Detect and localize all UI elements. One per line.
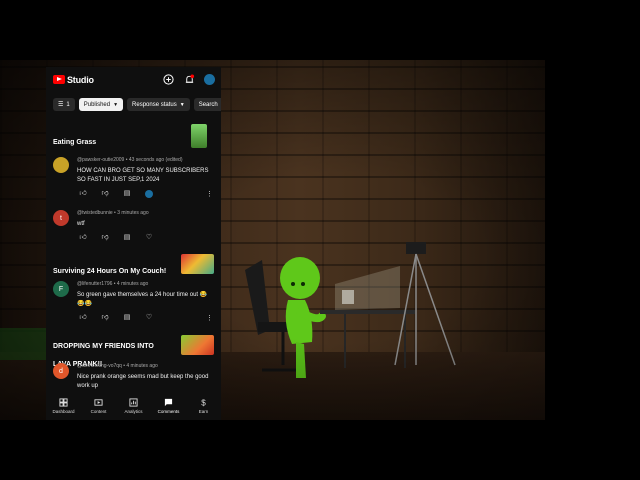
dislike-icon[interactable]: 👎︎ [101,190,109,198]
video-title: Surviving 24 Hours On My Couch! [53,268,167,275]
content-icon [94,399,103,406]
create-plus-icon[interactable] [163,74,174,85]
commenter-avatar[interactable] [53,157,69,173]
commenter-avatar[interactable]: t [53,210,69,226]
chevron-down-icon: ▼ [113,101,119,108]
heart-icon[interactable]: ♡ [145,234,153,242]
more-options-icon[interactable]: ⋮ [206,314,213,322]
comment-item: F @lifenutter1796 • 4 minutes ago So gre… [53,281,215,323]
nav-content[interactable]: Content [83,398,115,420]
comment-meta: @twistedbunnie • 3 minutes ago [77,210,149,216]
account-avatar[interactable] [204,74,215,85]
svg-text:$: $ [201,399,206,407]
nav-comments[interactable]: Comments [153,398,185,420]
comment-actions: 👍︎ 👎︎ ▤ [79,190,153,198]
earn-icon: $ [201,399,206,407]
creator-heart-icon[interactable] [145,190,153,198]
like-icon[interactable]: 👍︎ [79,190,87,198]
search-chip[interactable]: Search▼ [193,98,221,111]
comment-meta: @lifenutter1796 • 4 minutes ago [77,281,149,287]
comments-icon [164,398,173,407]
comment-actions: 👍︎ 👎︎ ▤ ♡ [79,314,153,322]
commenter-avatar[interactable]: d [53,363,69,379]
top-bar: Studio [46,67,221,95]
comment-text: Nice prank orange seems mad but keep the… [77,374,209,389]
youtube-studio-app: Studio ☰ 1 Published ▼ Response status ▼ S… [46,67,221,420]
comment-text: So green gave themselves a 24 hour time … [77,292,208,307]
published-chip[interactable]: Published ▼ [78,98,124,111]
comment-meta: @demonking-vo7qq • 4 minutes ago [77,363,158,369]
comment-actions: 👍︎ 👎︎ ▤ ♡ [79,234,153,242]
comment-text: HOW CAN BRO GET SO MANY SUBSCRIBERS SO F… [77,168,209,183]
nav-analytics[interactable]: Analytics [118,398,150,420]
filter-chips: ☰ 1 Published▼ Response status▼ Search▼ [53,98,221,111]
notifications-bell-icon[interactable] [184,74,195,85]
filter-count-chip[interactable]: ☰ 1 [53,98,75,111]
response-status-chip[interactable]: Response status ▼ [127,98,190,111]
video-thumbnail[interactable] [191,124,207,148]
reply-icon[interactable]: ▤ [123,234,131,242]
video-header[interactable]: Eating Grass [53,131,213,149]
video-title: Eating Grass [53,139,97,146]
more-options-icon[interactable]: ⋮ [206,190,213,198]
comment-item: t @twistedbunnie • 3 minutes ago wtf 👍︎ … [53,210,215,246]
dislike-icon[interactable]: 👎︎ [101,234,109,242]
video-thumbnail[interactable] [181,254,214,274]
bottom-navigation: Dashboard Content Analytics Comments $ E… [46,398,221,420]
reply-icon[interactable]: ▤ [123,314,131,322]
comment-text: wtf [77,221,85,227]
heart-icon[interactable]: ♡ [145,314,153,322]
comment-item: d @demonking-vo7qq • 4 minutes ago Nice … [53,363,215,398]
youtube-logo-icon[interactable] [53,75,65,84]
app-title: Studio [67,75,94,85]
like-icon[interactable]: 👍︎ [79,234,87,242]
chevron-down-icon: ▼ [179,101,185,108]
dislike-icon[interactable]: 👎︎ [101,314,109,322]
comment-item: @pawsker-outie2009 • 43 seconds ago (edi… [53,157,215,198]
filter-icon: ☰ [58,102,64,108]
comment-meta: @pawsker-outie2009 • 43 seconds ago (edi… [77,157,183,163]
commenter-avatar[interactable]: F [53,281,69,297]
reply-icon[interactable]: ▤ [123,190,131,198]
analytics-icon [129,398,138,407]
nav-earn[interactable]: $ Earn [188,398,220,420]
nav-dashboard[interactable]: Dashboard [48,398,80,420]
video-thumbnail[interactable] [181,335,214,355]
like-icon[interactable]: 👍︎ [79,314,87,322]
dashboard-icon [59,398,68,407]
